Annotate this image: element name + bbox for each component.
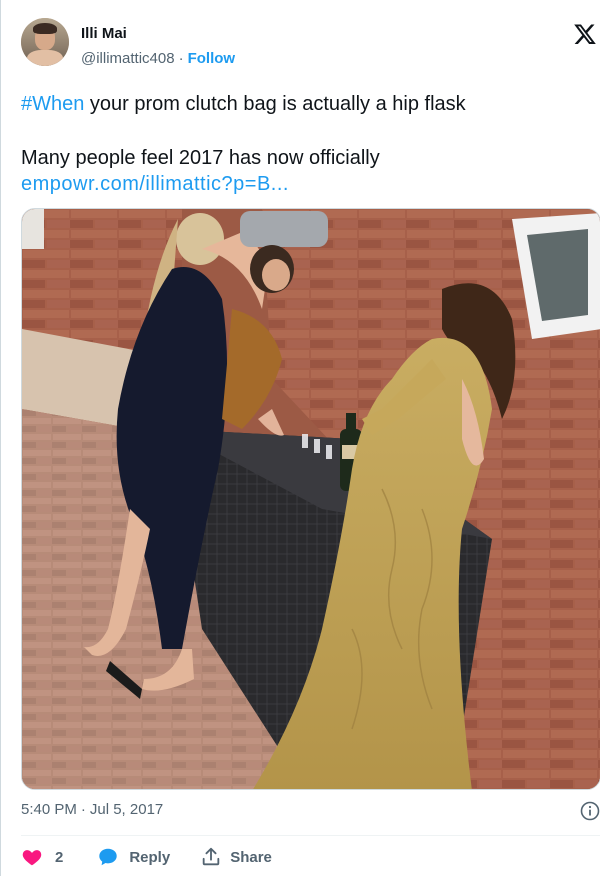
tweet-line-1: #When your prom clutch bag is actually a… (21, 91, 591, 117)
info-icon[interactable] (580, 801, 600, 821)
user-name[interactable]: Illi Mai (81, 25, 127, 42)
tweet-line-1-text: your prom clutch bag is actually a hip f… (84, 93, 466, 115)
speech-bubble-icon (99, 848, 118, 866)
tweet-external-link[interactable]: empowr.com/illimattic?p=B... (21, 171, 591, 197)
timestamp-separator: · (80, 801, 86, 818)
hashtag-link[interactable]: #When (21, 93, 84, 115)
reply-button[interactable]: Reply (97, 846, 170, 868)
tweet-photo[interactable] (21, 208, 600, 790)
user-handle[interactable]: @illimattic408 (81, 50, 175, 67)
handle-separator: · (178, 50, 184, 67)
heart-icon (22, 850, 42, 866)
follow-button[interactable]: Follow (188, 50, 236, 67)
tweet-line-2: Many people feel 2017 has now officially (21, 147, 380, 169)
tweet-timestamp[interactable]: 5:40 PM · Jul 5, 2017 (21, 801, 163, 818)
reply-label: Reply (129, 848, 171, 866)
tweet-time: 5:40 PM (21, 801, 77, 818)
x-logo-icon[interactable] (573, 22, 597, 46)
avatar[interactable] (21, 18, 69, 66)
handle-row: @illimattic408 · Follow (81, 50, 235, 67)
share-upload-icon (202, 847, 220, 866)
divider (21, 835, 600, 836)
like-count: 2 (55, 848, 64, 866)
tweet-text: #When your prom clutch bag is actually a… (21, 91, 591, 197)
share-label: Share (230, 848, 272, 866)
share-button[interactable]: Share (200, 846, 272, 868)
tweet-date: Jul 5, 2017 (89, 801, 164, 818)
like-button[interactable]: 2 (21, 846, 63, 868)
action-bar: 2 Reply Share (21, 845, 272, 869)
tweet-card: Illi Mai @illimattic408 · Follow #When you… (0, 0, 600, 876)
